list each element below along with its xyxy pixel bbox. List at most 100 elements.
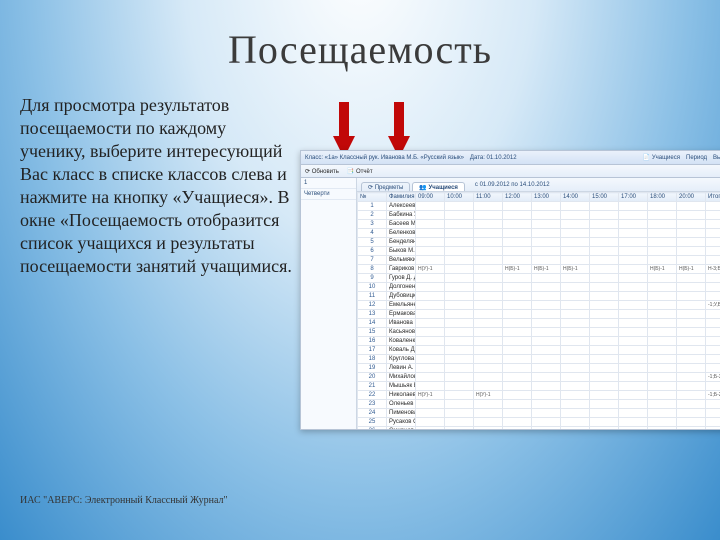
attendance-cell[interactable] [503, 364, 532, 373]
table-row[interactable]: 15Касьянова В. Г. [358, 328, 720, 337]
attendance-cell[interactable] [532, 400, 561, 409]
attendance-cell[interactable] [416, 427, 445, 430]
attendance-cell[interactable] [561, 274, 590, 283]
attendance-cell[interactable] [416, 301, 445, 310]
attendance-cell[interactable] [416, 328, 445, 337]
attendance-cell[interactable] [706, 247, 720, 256]
attendance-cell[interactable] [532, 346, 561, 355]
col-header[interactable]: 17:00 [619, 193, 648, 202]
attendance-cell[interactable] [706, 238, 720, 247]
attendance-cell[interactable] [648, 247, 677, 256]
attendance-cell[interactable] [619, 364, 648, 373]
attendance-cell[interactable] [590, 211, 619, 220]
col-header[interactable]: 09:00 [416, 193, 445, 202]
col-header[interactable]: 15:00 [590, 193, 619, 202]
table-row[interactable]: 12Емельяненко В. С.-1;У,Б-22 [358, 301, 720, 310]
table-row[interactable]: 11Дубовицкая О. А. [358, 292, 720, 301]
attendance-cell[interactable] [677, 310, 706, 319]
attendance-cell[interactable] [532, 211, 561, 220]
attendance-cell[interactable] [474, 292, 503, 301]
attendance-cell[interactable] [590, 364, 619, 373]
attendance-cell[interactable]: Н(Б)-1 [503, 265, 532, 274]
attendance-cell[interactable] [648, 418, 677, 427]
attendance-cell[interactable] [590, 418, 619, 427]
attendance-cell[interactable] [445, 202, 474, 211]
attendance-cell[interactable]: Н(Б)-1 [561, 265, 590, 274]
attendance-cell[interactable] [561, 202, 590, 211]
attendance-cell[interactable] [474, 247, 503, 256]
attendance-cell[interactable] [561, 328, 590, 337]
attendance-cell[interactable] [445, 364, 474, 373]
attendance-cell[interactable] [416, 373, 445, 382]
attendance-cell[interactable] [677, 229, 706, 238]
attendance-cell[interactable] [503, 319, 532, 328]
table-row[interactable]: 17Коваль Д. [358, 346, 720, 355]
attendance-cell[interactable] [619, 346, 648, 355]
attendance-cell[interactable] [561, 211, 590, 220]
attendance-cell[interactable] [590, 373, 619, 382]
attendance-cell[interactable] [648, 319, 677, 328]
attendance-cell[interactable] [648, 211, 677, 220]
attendance-cell[interactable] [503, 247, 532, 256]
attendance-cell[interactable] [677, 346, 706, 355]
table-row[interactable]: 16Коваленко А. [358, 337, 720, 346]
attendance-cell[interactable] [706, 256, 720, 265]
attendance-cell[interactable] [619, 256, 648, 265]
attendance-cell[interactable] [445, 220, 474, 229]
attendance-cell[interactable] [503, 400, 532, 409]
attendance-cell[interactable] [677, 373, 706, 382]
attendance-cell[interactable] [532, 202, 561, 211]
attendance-cell[interactable] [474, 229, 503, 238]
attendance-cell[interactable] [677, 400, 706, 409]
attendance-cell[interactable] [474, 265, 503, 274]
attendance-cell[interactable] [445, 265, 474, 274]
attendance-cell[interactable] [706, 409, 720, 418]
attendance-cell[interactable] [590, 229, 619, 238]
attendance-cell[interactable] [503, 337, 532, 346]
attendance-cell[interactable] [648, 382, 677, 391]
attendance-cell[interactable] [590, 265, 619, 274]
attendance-cell[interactable] [677, 364, 706, 373]
attendance-cell[interactable] [445, 310, 474, 319]
attendance-cell[interactable] [416, 310, 445, 319]
attendance-cell[interactable] [619, 238, 648, 247]
attendance-cell[interactable] [706, 400, 720, 409]
attendance-cell[interactable] [619, 328, 648, 337]
attendance-cell[interactable]: -1;У,Б-22 [706, 301, 720, 310]
table-row[interactable]: 20Михайлов К. А.-1;Б-3 [358, 373, 720, 382]
attendance-cell[interactable] [590, 319, 619, 328]
attendance-cell[interactable] [619, 319, 648, 328]
attendance-cell[interactable]: Н(Б)-1 [677, 265, 706, 274]
attendance-cell[interactable] [532, 409, 561, 418]
attendance-cell[interactable] [561, 247, 590, 256]
attendance-cell[interactable] [532, 229, 561, 238]
attendance-cell[interactable] [590, 391, 619, 400]
attendance-cell[interactable] [445, 256, 474, 265]
attendance-cell[interactable] [532, 355, 561, 364]
attendance-cell[interactable] [532, 364, 561, 373]
attendance-cell[interactable] [416, 409, 445, 418]
attendance-cell[interactable] [416, 382, 445, 391]
attendance-cell[interactable] [590, 328, 619, 337]
attendance-cell[interactable] [619, 202, 648, 211]
attendance-cell[interactable] [677, 319, 706, 328]
table-row[interactable]: 6Быков М. В. [358, 247, 720, 256]
attendance-cell[interactable]: -1;Б-3 [706, 373, 720, 382]
attendance-cell[interactable] [648, 391, 677, 400]
attendance-cell[interactable] [590, 247, 619, 256]
attendance-cell[interactable] [474, 328, 503, 337]
attendance-cell[interactable] [416, 337, 445, 346]
refresh-button[interactable]: ⟳ Обновить [305, 168, 339, 175]
col-header[interactable]: 11:00 [474, 193, 503, 202]
attendance-cell[interactable] [561, 391, 590, 400]
attendance-cell[interactable] [619, 274, 648, 283]
attendance-cell[interactable] [706, 292, 720, 301]
attendance-cell[interactable] [474, 355, 503, 364]
col-header[interactable]: № [358, 193, 387, 202]
attendance-cell[interactable] [445, 346, 474, 355]
attendance-cell[interactable] [561, 220, 590, 229]
attendance-cell[interactable] [619, 409, 648, 418]
attendance-cell[interactable] [590, 310, 619, 319]
attendance-cell[interactable]: Н(У)-1 [416, 391, 445, 400]
attendance-cell[interactable] [677, 256, 706, 265]
